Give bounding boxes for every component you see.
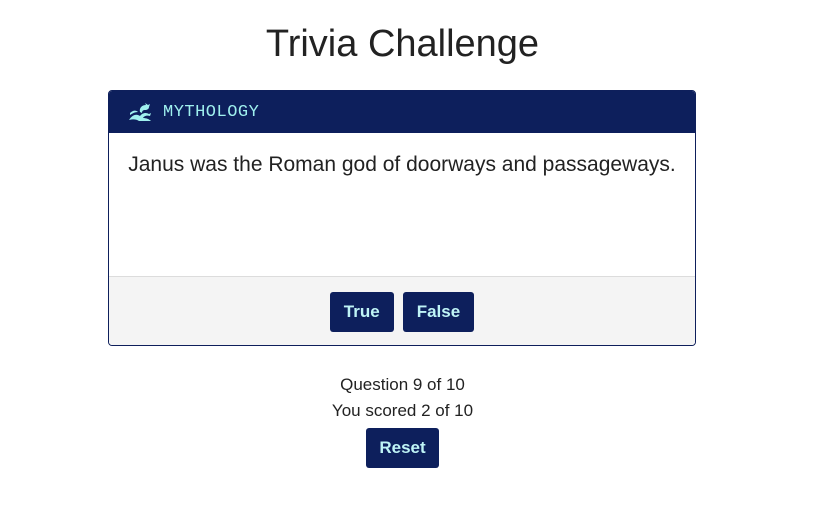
question-progress: Question 9 of 10 [340, 375, 465, 394]
score-text: You scored 2 of 10 [331, 401, 474, 420]
dragon-icon [127, 101, 153, 123]
page-title: Trivia Challenge [265, 23, 540, 65]
false-button-label: False [416, 301, 461, 321]
reset-container: Reset [0, 428, 805, 468]
category-label: MYTHOLOGY [163, 102, 260, 122]
card-header: MYTHOLOGY [109, 91, 695, 133]
true-button-label: True [343, 301, 380, 321]
answer-bar: True False [109, 276, 695, 345]
true-button[interactable]: True [329, 291, 394, 332]
false-button[interactable]: False [402, 291, 475, 332]
reset-button-label: Reset [379, 438, 426, 457]
question-card: MYTHOLOGY Janus was the Roman god of doo… [108, 90, 696, 346]
status-panel: Question 9 of 10 You scored 2 of 10 [0, 372, 805, 424]
question-text: Janus was the Roman god of doorways and … [128, 153, 676, 176]
reset-button[interactable]: Reset [366, 428, 439, 468]
